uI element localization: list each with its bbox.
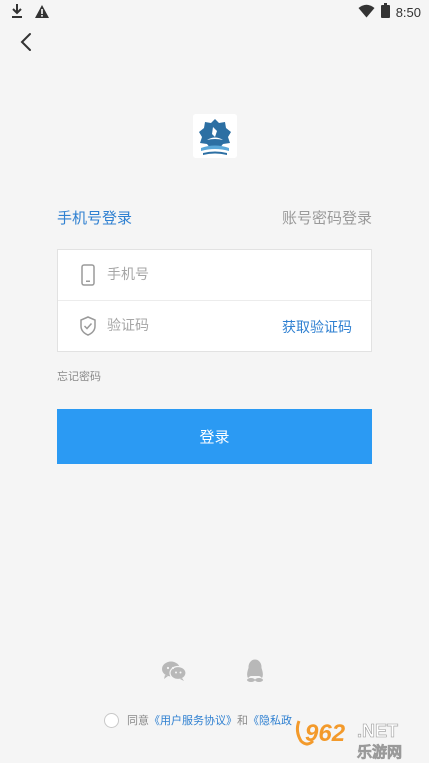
battery-icon bbox=[380, 3, 390, 22]
agreement: 同意 《用户服务协议》 和 《隐私政 bbox=[104, 712, 292, 728]
agreement-and: 和 bbox=[237, 714, 248, 727]
status-left bbox=[10, 3, 50, 23]
wechat-icon[interactable] bbox=[161, 658, 187, 684]
warning-icon bbox=[34, 4, 50, 23]
site-watermark: 962 .NET 乐游网 bbox=[293, 715, 427, 761]
status-bar: 8:50 bbox=[0, 0, 429, 24]
get-code-button[interactable]: 获取验证码 bbox=[282, 317, 352, 337]
shield-icon bbox=[78, 315, 98, 337]
login-form: 获取验证码 bbox=[57, 249, 372, 352]
user-agreement-link[interactable]: 《用户服务协议》 bbox=[149, 712, 237, 728]
forgot-password-link[interactable]: 忘记密码 bbox=[57, 368, 101, 384]
wifi-icon bbox=[358, 3, 375, 22]
status-right: 8:50 bbox=[358, 3, 421, 22]
download-icon bbox=[10, 3, 24, 23]
agree-checkbox[interactable] bbox=[104, 712, 119, 728]
status-time: 8:50 bbox=[395, 5, 421, 20]
watermark-subtitle: 乐游网 bbox=[357, 743, 402, 761]
app-logo bbox=[193, 114, 237, 158]
qq-icon[interactable] bbox=[242, 658, 268, 684]
privacy-policy-link[interactable]: 《隐私政 bbox=[248, 712, 292, 728]
code-row: 获取验证码 bbox=[58, 301, 371, 352]
tab-account-login[interactable]: 账号密码登录 bbox=[282, 207, 372, 228]
phone-row bbox=[58, 250, 371, 301]
back-arrow-icon bbox=[20, 33, 31, 51]
verification-code-input[interactable] bbox=[107, 314, 277, 338]
agreement-prefix: 同意 bbox=[127, 714, 149, 727]
phone-icon bbox=[78, 264, 98, 286]
watermark-brand: 962 bbox=[305, 720, 346, 747]
login-button[interactable]: 登录 bbox=[57, 409, 372, 464]
phone-input[interactable] bbox=[107, 263, 277, 287]
tab-phone-login[interactable]: 手机号登录 bbox=[57, 207, 132, 228]
watermark-suffix: .NET bbox=[357, 721, 398, 741]
back-button[interactable] bbox=[12, 28, 40, 56]
